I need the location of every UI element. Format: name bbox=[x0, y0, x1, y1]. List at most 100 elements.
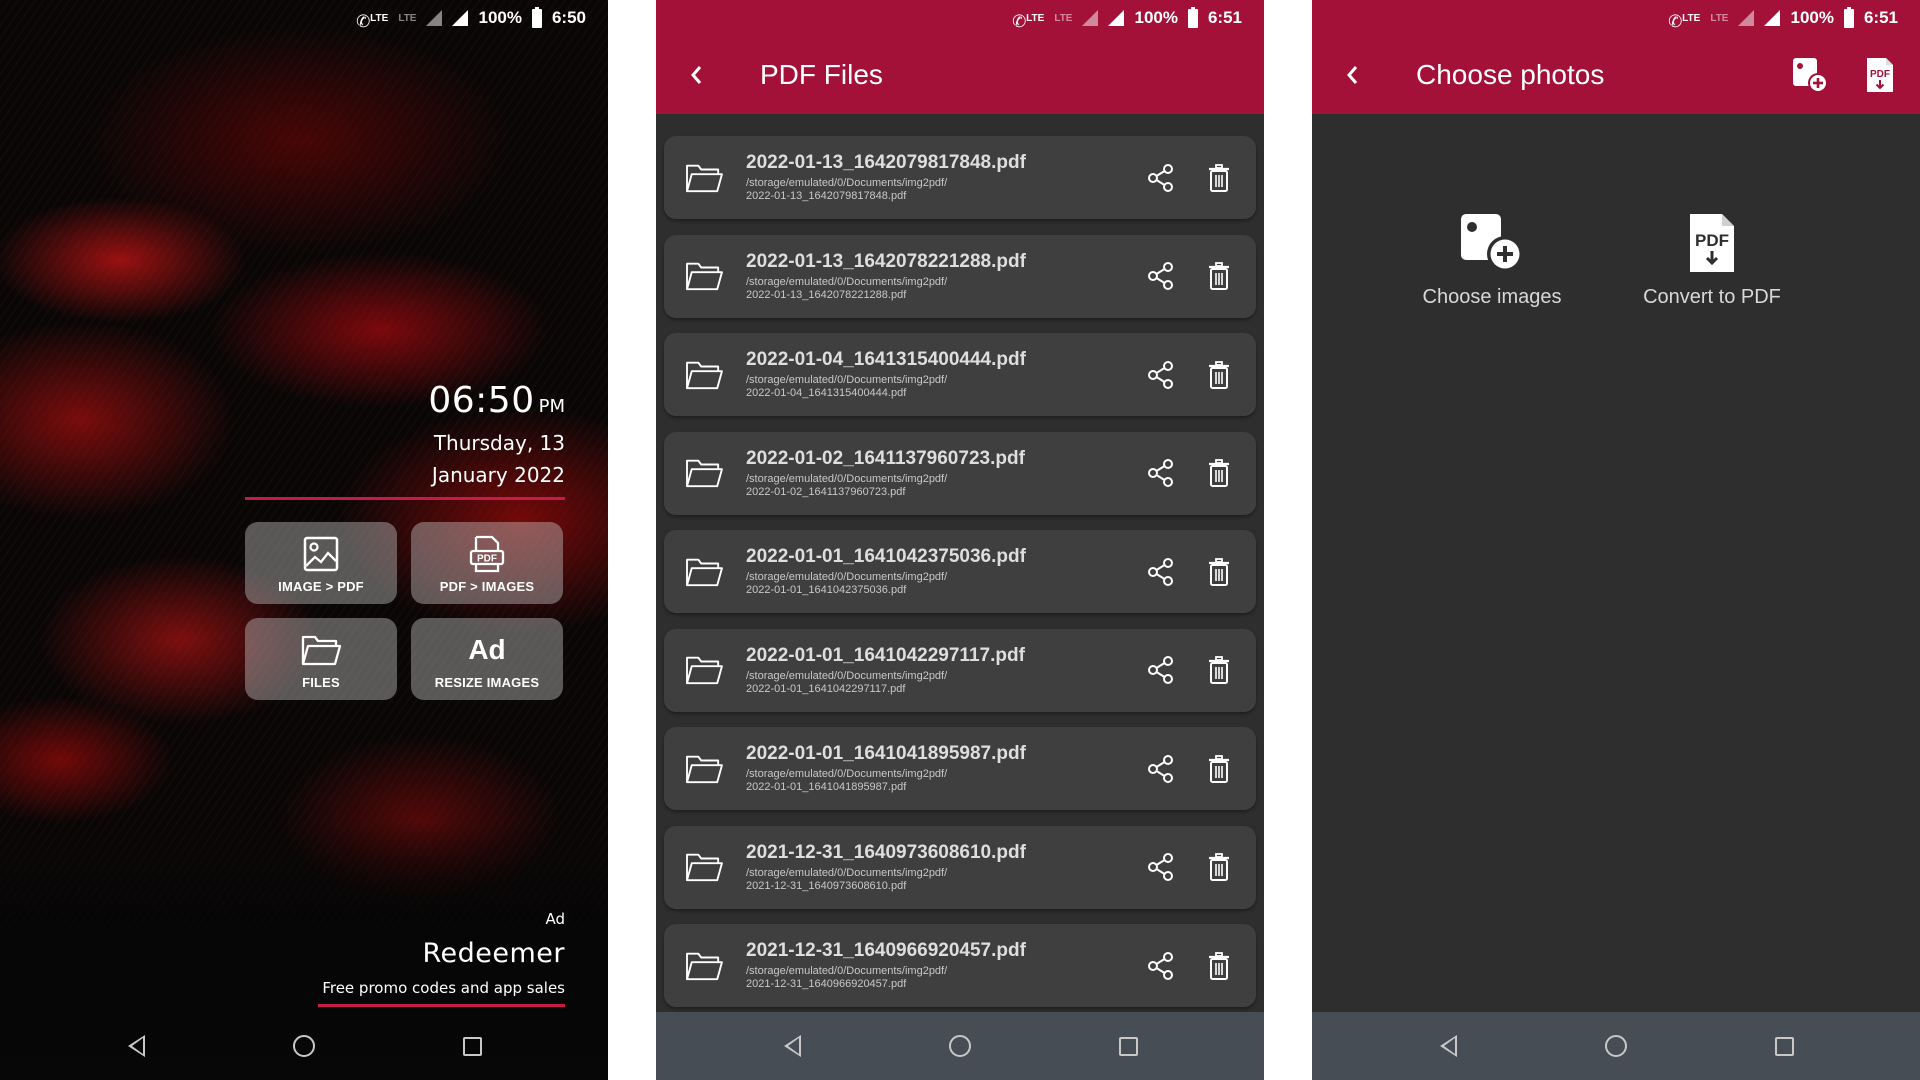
ad-title: Redeemer bbox=[422, 938, 565, 969]
resize-images-tile[interactable]: Ad RESIZE IMAGES bbox=[411, 618, 563, 700]
delete-button[interactable] bbox=[1204, 948, 1234, 984]
recents-square-icon bbox=[1774, 1036, 1794, 1056]
delete-button[interactable] bbox=[1204, 258, 1234, 294]
file-list-item[interactable]: 2022-01-01_1641042375036.pdf /storage/em… bbox=[664, 530, 1256, 613]
delete-button[interactable] bbox=[1204, 160, 1234, 196]
ad-tag: Ad bbox=[545, 910, 565, 928]
tile-label: FILES bbox=[302, 674, 340, 690]
svg-text:PDF: PDF bbox=[1695, 231, 1729, 250]
trash-icon bbox=[1209, 262, 1229, 290]
nav-home-button[interactable] bbox=[876, 1035, 1044, 1057]
folder-icon bbox=[664, 653, 744, 687]
trash-icon bbox=[1209, 754, 1229, 783]
delete-button[interactable] bbox=[1204, 455, 1234, 491]
folder-icon bbox=[664, 555, 744, 589]
file-list-item[interactable]: 2022-01-01_1641042297117.pdf /storage/em… bbox=[664, 628, 1256, 712]
lte-disabled-icon: LTE bbox=[1054, 12, 1073, 24]
tile-label: RESIZE IMAGES bbox=[434, 674, 540, 690]
delete-button[interactable] bbox=[1204, 357, 1234, 393]
file-list-item[interactable]: 2022-01-13_1642079817848.pdf /storage/em… bbox=[664, 136, 1256, 219]
folder-icon bbox=[664, 358, 744, 392]
nav-home-button[interactable] bbox=[220, 1035, 388, 1057]
divider bbox=[245, 497, 565, 500]
delete-button[interactable] bbox=[1204, 849, 1234, 885]
battery-percent: 100% bbox=[1134, 8, 1178, 27]
back-triangle-icon bbox=[1439, 1035, 1457, 1057]
file-list-item[interactable]: 2022-01-13_1642078221288.pdf /storage/em… bbox=[664, 234, 1256, 318]
status-time: 6:50 bbox=[551, 8, 586, 27]
nav-back-button[interactable] bbox=[708, 1035, 876, 1057]
file-list-item[interactable]: 2022-01-01_1641041895987.pdf /storage/em… bbox=[664, 727, 1256, 810]
image-icon bbox=[302, 533, 340, 575]
file-list-item[interactable]: 2022-01-02_1641137960723.pdf /storage/em… bbox=[664, 431, 1256, 515]
signal-icon bbox=[1764, 10, 1781, 26]
share-icon bbox=[1148, 754, 1173, 783]
folder-icon bbox=[664, 161, 744, 195]
back-button[interactable] bbox=[656, 64, 736, 86]
share-button[interactable] bbox=[1146, 455, 1176, 491]
choose-images-button[interactable]: Choose images bbox=[1412, 210, 1572, 309]
nav-bar bbox=[1312, 1012, 1920, 1080]
nav-recents-button[interactable] bbox=[388, 1036, 556, 1056]
nav-back-button[interactable] bbox=[1364, 1035, 1532, 1057]
folder-icon bbox=[664, 949, 744, 983]
pdf-file-list: 2022-01-13_1642079817848.pdf /storage/em… bbox=[664, 136, 1256, 1023]
file-name: 2022-01-01_1641041895987.pdf bbox=[746, 743, 1026, 764]
battery-percent: 100% bbox=[1790, 8, 1834, 27]
nav-recents-button[interactable] bbox=[1044, 1036, 1212, 1056]
status-bar: LTE LTE 100% 6:51 bbox=[656, 0, 1264, 36]
file-name: 2021-12-31_1640973608610.pdf bbox=[746, 841, 1026, 863]
nav-back-button[interactable] bbox=[52, 1035, 220, 1057]
image-to-pdf-tile[interactable]: IMAGE > PDF bbox=[245, 522, 397, 604]
delete-button[interactable] bbox=[1204, 652, 1234, 688]
share-icon bbox=[1148, 951, 1173, 980]
convert-pdf-action[interactable]: PDF bbox=[1858, 53, 1902, 97]
battery-percent: 100% bbox=[478, 8, 522, 27]
convert-to-pdf-button[interactable]: PDF Convert to PDF bbox=[1632, 210, 1792, 309]
signal-icon bbox=[1108, 10, 1125, 26]
delete-button[interactable] bbox=[1204, 751, 1234, 787]
home-screen: LTE LTE 100% 6:50 06:50PM Thursday, 13 J… bbox=[0, 0, 608, 1080]
share-button[interactable] bbox=[1146, 554, 1176, 590]
file-name: 2022-01-04_1641315400444.pdf bbox=[746, 349, 1026, 370]
ad-widget[interactable]: Ad Redeemer Free promo codes and app sal… bbox=[322, 910, 565, 997]
clock-date-line2: January 2022 bbox=[431, 463, 565, 487]
share-icon bbox=[1148, 557, 1173, 586]
battery-icon bbox=[1843, 6, 1854, 28]
file-list-item[interactable]: 2021-12-31_1640966920457.pdf /storage/em… bbox=[664, 924, 1256, 1007]
nav-home-button[interactable] bbox=[1532, 1035, 1700, 1057]
folder-icon bbox=[664, 456, 744, 490]
ad-subtitle: Free promo codes and app sales bbox=[322, 979, 565, 997]
file-list-item[interactable]: 2022-01-04_1641315400444.pdf /storage/em… bbox=[664, 333, 1256, 416]
trash-icon bbox=[1209, 360, 1229, 389]
delete-button[interactable] bbox=[1204, 554, 1234, 590]
share-button[interactable] bbox=[1146, 849, 1176, 885]
app-bar: LTE LTE 100% 6:51 Choose photos PDF bbox=[1312, 0, 1920, 114]
trash-icon bbox=[1209, 656, 1229, 684]
share-button[interactable] bbox=[1146, 160, 1176, 196]
share-button[interactable] bbox=[1146, 357, 1176, 393]
choose-photos-screen: LTE LTE 100% 6:51 Choose photos PDF bbox=[1312, 0, 1920, 1080]
share-button[interactable] bbox=[1146, 948, 1176, 984]
back-triangle-icon bbox=[783, 1035, 801, 1057]
clock-widget[interactable]: 06:50 PM Thursday, 13 January 2022 bbox=[428, 380, 565, 491]
file-list-item[interactable]: 2021-12-31_1640973608610.pdf /storage/em… bbox=[664, 825, 1256, 909]
share-button[interactable] bbox=[1146, 751, 1176, 787]
tile-label: IMAGE > PDF bbox=[278, 578, 364, 594]
file-path: /storage/emulated/0/Documents/img2pdf/20… bbox=[746, 965, 948, 990]
share-button[interactable] bbox=[1146, 258, 1176, 294]
trash-icon bbox=[1209, 459, 1229, 487]
clock-ampm: PM bbox=[538, 396, 565, 417]
nav-recents-button[interactable] bbox=[1700, 1036, 1868, 1056]
chevron-left-icon bbox=[691, 66, 702, 84]
lte-call-icon: LTE bbox=[356, 12, 388, 32]
pdf-to-images-tile[interactable]: PDF PDF > IMAGES bbox=[411, 522, 563, 604]
signal-icon bbox=[426, 10, 443, 26]
add-images-action[interactable] bbox=[1788, 53, 1832, 97]
share-button[interactable] bbox=[1146, 652, 1176, 688]
back-button[interactable] bbox=[1312, 64, 1392, 86]
chevron-left-icon bbox=[1347, 66, 1358, 84]
status-bar: LTE LTE 100% 6:50 bbox=[0, 0, 608, 36]
share-icon bbox=[1148, 163, 1173, 192]
files-tile[interactable]: FILES bbox=[245, 618, 397, 700]
